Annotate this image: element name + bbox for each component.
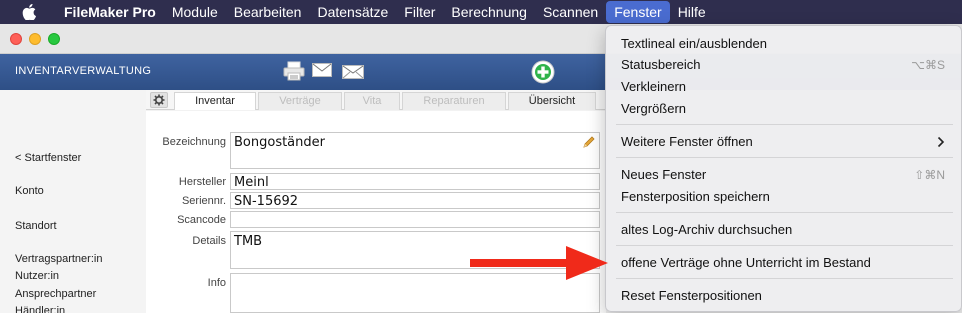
hersteller-label: Hersteller (178, 176, 226, 188)
scancode-label: Scancode (177, 214, 226, 226)
menu-fenster[interactable]: Fenster (606, 1, 670, 23)
hersteller-value: Meinl (234, 175, 269, 190)
apple-icon[interactable] (18, 4, 40, 20)
tab-vertraege[interactable]: Verträge (258, 92, 342, 110)
details-value: TMB (234, 234, 263, 249)
menu-datensaetze[interactable]: Datensätze (309, 0, 396, 24)
seriennr-label: Seriennr. (181, 195, 226, 207)
sidebar-item-ansprechpartner[interactable]: Ansprechpartner (15, 288, 96, 300)
tab-inventar[interactable]: Inventar (174, 92, 256, 110)
red-arrow-icon (470, 246, 610, 283)
neues-fenster-shortcut: ⇧⌘N (914, 168, 945, 182)
menu-separator (616, 278, 953, 279)
menu-app-name[interactable]: FileMaker Pro (56, 0, 164, 24)
menu-scannen[interactable]: Scannen (535, 0, 606, 24)
menu-item-offene-vertraege[interactable]: offene Verträge ohne Unterricht im Besta… (621, 255, 871, 270)
menu-separator (616, 124, 953, 125)
menu-item-neues-fenster[interactable]: Neues Fenster (621, 167, 706, 182)
menu-item-fensterposition-speichern[interactable]: Fensterposition speichern (621, 189, 770, 204)
gear-icon[interactable] (150, 92, 168, 108)
sidebar-item-konto[interactable]: Konto (15, 185, 44, 197)
add-icon[interactable] (531, 60, 555, 87)
menu-separator (616, 245, 953, 246)
tab-vita[interactable]: Vita (344, 92, 400, 110)
zoom-window-button[interactable] (48, 33, 60, 45)
menu-separator (616, 157, 953, 158)
pencil-icon[interactable] (582, 135, 596, 153)
menu-item-statusbereich[interactable]: Statusbereich (621, 57, 701, 72)
info-label: Info (207, 277, 226, 289)
details-label: Details (192, 235, 226, 247)
tab-bar: Inventar Verträge Vita Reparaturen Übers… (146, 90, 606, 110)
sidebar-item-standort[interactable]: Standort (15, 220, 57, 232)
bezeichnung-label: Bezeichnung (162, 136, 226, 148)
menu-bar: FileMaker Pro Module Bearbeiten Datensät… (0, 0, 962, 24)
hersteller-field[interactable]: Meinl (230, 173, 600, 190)
chevron-right-icon (937, 136, 945, 151)
tab-uebersicht[interactable]: Übersicht (508, 92, 596, 110)
sidebar-item-haendler[interactable]: Händler:in (15, 305, 65, 313)
mail-icon[interactable] (312, 63, 332, 80)
sidebar-item-startfenster[interactable]: < Startfenster (15, 152, 81, 164)
menu-item-vergroessern[interactable]: Vergrößern (621, 101, 686, 116)
sidebar-item-vertragspartner[interactable]: Vertragspartner:in (15, 253, 102, 265)
page-title: INVENTARVERWALTUNG (15, 65, 152, 77)
menu-hilfe[interactable]: Hilfe (670, 0, 714, 24)
menu-item-textlineal[interactable]: Textlineal ein/ausblenden (621, 36, 767, 51)
sidebar-item-nutzer[interactable]: Nutzer:in (15, 270, 59, 282)
menu-item-log-archiv[interactable]: altes Log-Archiv durchsuchen (621, 222, 792, 237)
menu-berechnung[interactable]: Berechnung (443, 0, 535, 24)
menu-bearbeiten[interactable]: Bearbeiten (226, 0, 310, 24)
menu-item-verkleinern[interactable]: Verkleinern (621, 79, 686, 94)
seriennr-field[interactable]: SN-15692 (230, 192, 600, 209)
seriennr-value: SN-15692 (234, 194, 299, 209)
sidebar: < Startfenster Konto Standort Vertragspa… (0, 90, 146, 313)
scancode-field[interactable] (230, 211, 600, 228)
fenster-menu: Textlineal ein/ausblenden Statusbereich … (605, 25, 962, 312)
bezeichnung-field[interactable]: Bongoständer (230, 132, 600, 169)
menu-item-weitere-fenster[interactable]: Weitere Fenster öffnen (621, 134, 753, 149)
tab-reparaturen[interactable]: Reparaturen (402, 92, 506, 110)
close-window-button[interactable] (10, 33, 22, 45)
menu-separator (616, 212, 953, 213)
bezeichnung-value: Bongoständer (234, 135, 325, 150)
minimize-window-button[interactable] (29, 33, 41, 45)
menu-module[interactable]: Module (164, 0, 226, 24)
printer-icon[interactable] (283, 61, 305, 84)
mail-open-icon[interactable] (342, 63, 364, 82)
menu-item-reset-fensterpositionen[interactable]: Reset Fensterpositionen (621, 288, 762, 303)
menu-filter[interactable]: Filter (396, 0, 443, 24)
statusbereich-shortcut: ⌥⌘S (911, 58, 945, 72)
